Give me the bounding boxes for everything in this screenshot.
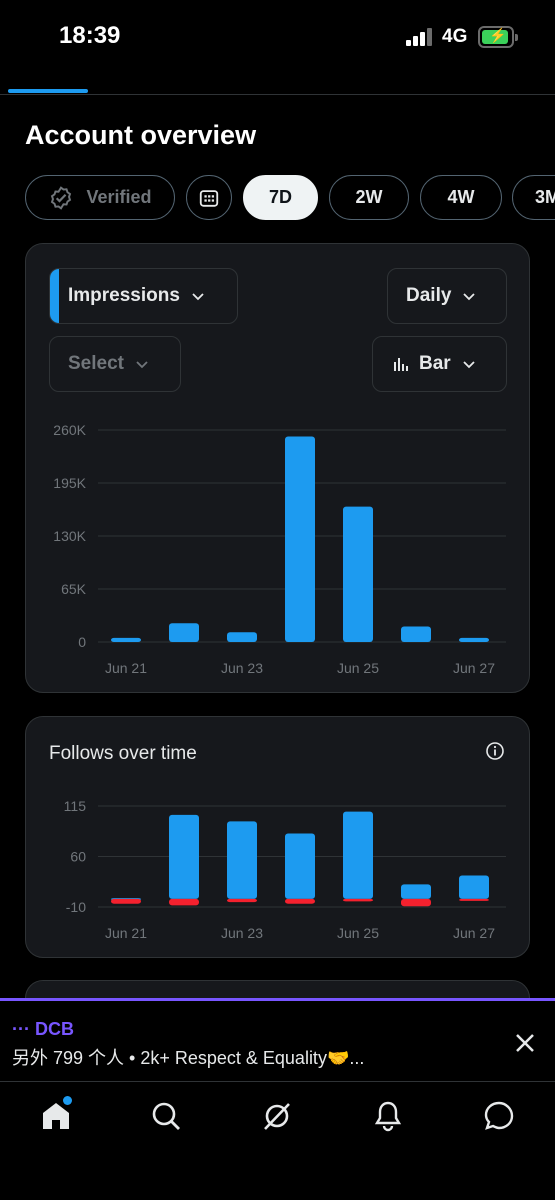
impressions-chart: 260K 195K 130K 65K 0 Jun 21 Jun 23 Jun 25 Jun 27: [53, 422, 506, 676]
x-tick-label: Jun 25: [337, 925, 379, 941]
grok-icon[interactable]: [261, 1100, 293, 1132]
compare-dropdown[interactable]: Select: [49, 336, 181, 392]
bar: [401, 898, 431, 907]
bar: [401, 626, 431, 642]
bar: [111, 637, 141, 642]
chevron-down-icon: [463, 293, 476, 301]
chevron-down-icon: [136, 361, 148, 369]
signal-icon: [406, 28, 434, 46]
y-tick-label: 130K: [53, 528, 86, 544]
banner-subtitle: 另外 799 个人 • 2k+ Respect & Equality🤝...: [12, 1048, 365, 1068]
y-tick-label: 60: [70, 849, 86, 865]
bar: [169, 898, 199, 906]
compare-dropdown-label: Select: [68, 353, 124, 374]
x-tick-label: Jun 23: [221, 660, 263, 676]
y-tick-label: 260K: [53, 422, 86, 438]
range-4w-chip[interactable]: 4W: [420, 175, 502, 220]
tab-divider: [0, 94, 555, 95]
messages-icon[interactable]: [483, 1100, 515, 1132]
bar: [459, 875, 489, 899]
bar: [111, 898, 141, 904]
banner-title: ··· DCB: [12, 1019, 74, 1039]
bar: [343, 898, 373, 902]
x-tick-label: Jun 23: [221, 925, 263, 941]
bar: [169, 814, 199, 899]
battery-icon: ⚡: [478, 26, 518, 48]
chevron-down-icon: [463, 361, 475, 369]
follows-card: Follows over time 115 60 -10 Jun 21 Jun 23 Ju…: [25, 716, 530, 958]
date-range-chips: Verified 7D 2W 4W 3M: [25, 175, 555, 220]
info-icon[interactable]: [485, 741, 505, 761]
y-tick-label: 65K: [61, 581, 87, 597]
metric-accent: [50, 269, 59, 323]
verified-check-icon: [51, 185, 72, 210]
metric-dropdown-label: Impressions: [68, 285, 180, 306]
bar: [285, 898, 315, 904]
bar: [227, 898, 257, 903]
bar: [459, 637, 489, 642]
chevron-down-icon: [192, 293, 204, 301]
interval-dropdown[interactable]: Daily: [387, 268, 507, 324]
bottom-nav: [0, 1081, 555, 1200]
bar: [343, 506, 373, 642]
range-3m-chip[interactable]: 3M: [512, 175, 555, 220]
calendar-icon: [199, 189, 219, 207]
x-tick-label: Jun 27: [453, 660, 495, 676]
notifications-icon[interactable]: [372, 1100, 404, 1132]
page-title: Account overview: [25, 120, 257, 150]
close-icon[interactable]: [513, 1031, 537, 1055]
y-tick-label: -10: [66, 899, 86, 915]
bar: [227, 632, 257, 642]
active-tab-indicator: [8, 89, 88, 93]
y-tick-label: 0: [78, 634, 86, 650]
interval-dropdown-label: Daily: [406, 285, 452, 306]
network-label: 4G: [442, 26, 468, 47]
bar: [169, 623, 199, 642]
status-time: 18:39: [59, 22, 121, 49]
bar: [459, 898, 489, 901]
bar: [343, 811, 373, 899]
x-tick-label: Jun 21: [105, 925, 147, 941]
verified-chip[interactable]: Verified: [25, 175, 175, 220]
y-tick-label: 195K: [53, 475, 86, 491]
impressions-card: Impressions Daily Select Bar 260K 195K 130…: [25, 243, 530, 693]
chart-type-label: Bar: [419, 353, 451, 374]
bar: [285, 436, 315, 642]
bar: [401, 884, 431, 899]
search-icon[interactable]: [150, 1100, 182, 1132]
x-tick-label: Jun 21: [105, 660, 147, 676]
x-tick-label: Jun 25: [337, 660, 379, 676]
bar: [285, 833, 315, 899]
range-7d-chip[interactable]: 7D: [243, 175, 318, 220]
follows-card-title: Follows over time: [49, 743, 197, 764]
bar-chart-icon: [394, 358, 408, 371]
status-bar: 18:39 4G ⚡: [0, 0, 555, 70]
chart-type-dropdown[interactable]: Bar: [372, 336, 507, 392]
metric-dropdown[interactable]: Impressions: [49, 268, 238, 324]
y-tick-label: 115: [64, 798, 87, 814]
home-notification-dot: [63, 1096, 72, 1105]
verified-chip-label: Verified: [86, 187, 152, 207]
range-2w-chip[interactable]: 2W: [329, 175, 409, 220]
calendar-button[interactable]: [186, 175, 232, 220]
space-banner[interactable]: ··· DCB 另外 799 个人 • 2k+ Respect & Equali…: [0, 1001, 555, 1081]
bar: [227, 821, 257, 899]
follows-chart: 115 60 -10 Jun 21 Jun 23 Jun 25 Jun 27: [64, 798, 506, 941]
x-tick-label: Jun 27: [453, 925, 495, 941]
